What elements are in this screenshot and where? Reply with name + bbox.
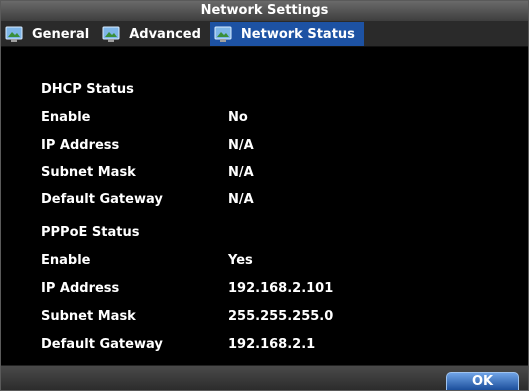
pppoe-ip-address-value: 192.168.2.101	[228, 281, 334, 296]
dhcp-status-heading: DHCP Status	[41, 82, 134, 97]
dhcp-subnet-mask-value: N/A	[228, 165, 254, 180]
pppoe-ip-address-label: IP Address	[41, 281, 120, 296]
pppoe-default-gateway-value: 192.168.2.1	[228, 337, 316, 352]
tab-bar: General Advanced Network Status	[1, 22, 528, 47]
ok-button[interactable]: OK	[446, 372, 519, 390]
dhcp-default-gateway-value: N/A	[228, 192, 254, 207]
dhcp-ip-address-label: IP Address	[41, 138, 120, 153]
pppoe-status-heading: PPPoE Status	[41, 225, 140, 240]
bottom-button-bar: OK	[1, 365, 528, 390]
tab-advanced[interactable]: Advanced	[98, 22, 210, 46]
pppoe-subnet-mask-value: 255.255.255.0	[228, 309, 334, 324]
network-status-panel: DHCP Status Enable No IP Address N/A Sub…	[1, 67, 528, 365]
tab-general-label: General	[32, 26, 90, 42]
dhcp-subnet-mask-label: Subnet Mask	[41, 165, 136, 180]
dhcp-ip-address-value: N/A	[228, 138, 254, 153]
dhcp-default-gateway-label: Default Gateway	[41, 192, 163, 207]
monitor-icon	[5, 26, 23, 42]
tab-advanced-label: Advanced	[129, 26, 201, 42]
window-title: Network Settings	[1, 1, 528, 22]
pppoe-subnet-mask-label: Subnet Mask	[41, 309, 136, 324]
tab-network-status-label: Network Status	[240, 26, 355, 42]
pppoe-default-gateway-label: Default Gateway	[41, 337, 163, 352]
tab-network-status[interactable]: Network Status	[209, 22, 364, 46]
monitor-icon	[214, 26, 232, 42]
dhcp-enable-label: Enable	[41, 110, 91, 125]
network-settings-window: Network Settings General Advanced Networ…	[0, 0, 529, 391]
pppoe-enable-label: Enable	[41, 253, 91, 268]
monitor-icon	[102, 26, 120, 42]
dhcp-enable-value: No	[228, 110, 248, 125]
pppoe-enable-value: Yes	[228, 253, 253, 268]
tab-general[interactable]: General	[1, 22, 98, 46]
